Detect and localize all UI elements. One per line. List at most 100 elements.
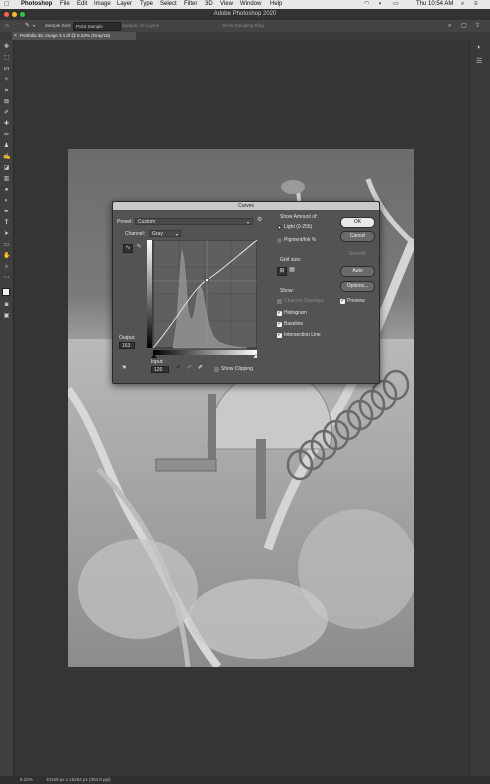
pigment-radio[interactable] [277, 238, 282, 243]
sample-size-select[interactable]: Point Sample [73, 22, 121, 31]
blur-tool-icon[interactable]: ● [3, 187, 10, 194]
menu-help[interactable]: Help [270, 0, 282, 9]
marquee-tool-icon[interactable]: ⬚ [3, 55, 10, 62]
options-button[interactable]: Options... [340, 281, 375, 292]
channel-overlays-checkbox[interactable] [277, 299, 282, 304]
baseline-checkbox[interactable]: ✓ [277, 322, 282, 327]
close-window-button[interactable] [4, 12, 9, 17]
libraries-panel-icon[interactable]: ☰ [476, 57, 482, 65]
preview-checkbox[interactable]: ✓ [340, 299, 345, 304]
volume-icon[interactable]: ◖ [378, 0, 382, 9]
menu-app-name[interactable]: Photoshop [21, 0, 52, 9]
menu-view[interactable]: View [220, 0, 233, 9]
apple-icon[interactable]:  [4, 0, 9, 9]
close-tab-icon[interactable]: × [14, 32, 17, 40]
menu-filter[interactable]: Filter [184, 0, 197, 9]
menu-select[interactable]: Select [160, 0, 177, 9]
sample-scope-select[interactable]: Sample: All Layers [122, 20, 159, 32]
menu-layer[interactable]: Layer [117, 0, 132, 9]
grid-simple-icon[interactable]: ⊞ [277, 267, 287, 276]
menu-3d[interactable]: 3D [205, 0, 213, 9]
pencil-draw-icon[interactable]: ✎ [135, 244, 143, 251]
menu-image[interactable]: Image [94, 0, 111, 9]
clone-stamp-tool-icon[interactable]: ♟ [3, 143, 10, 150]
preset-select[interactable]: Custom ▾ [135, 218, 253, 225]
grid-detailed-icon[interactable]: ▦ [288, 267, 296, 274]
type-tool-icon[interactable]: T [3, 220, 10, 227]
path-selection-tool-icon[interactable]: ➤ [3, 231, 10, 238]
black-eyedropper-icon[interactable]: ✐ [176, 365, 181, 372]
show-clipping-checkbox[interactable] [214, 367, 219, 372]
curves-graph[interactable] [147, 240, 257, 358]
rectangle-tool-icon[interactable]: ▭ [3, 242, 10, 249]
zoom-window-button[interactable] [20, 12, 25, 17]
more-tools-icon[interactable]: ⋯ [3, 275, 10, 282]
ok-button[interactable]: OK [340, 217, 375, 228]
histogram-checkbox[interactable]: ✓ [277, 311, 282, 316]
window-title: Adobe Photoshop 2020 [213, 11, 277, 17]
show-label: Show: [280, 288, 294, 294]
curve-point-tool-icon[interactable]: ∿ [123, 244, 133, 253]
eyedropper-icon[interactable]: ✐ [3, 110, 10, 117]
white-eyedropper-icon[interactable]: ✐ [198, 365, 203, 372]
brush-tool-icon[interactable]: ✏ [3, 132, 10, 139]
home-icon[interactable]: ⌂ [5, 20, 9, 32]
menu-clock[interactable]: Thu 10:54 AM [416, 0, 453, 9]
share-icon[interactable]: ⇪ [475, 20, 480, 32]
menu-edit[interactable]: Edit [77, 0, 87, 9]
adjustments-panel-icon[interactable]: ◑ [476, 44, 480, 51]
workspace-icon[interactable]: ▢ [461, 20, 467, 32]
input-gradient-bar [153, 350, 257, 355]
search-icon[interactable]: ⌕ [448, 20, 451, 32]
menu-type[interactable]: Type [140, 0, 153, 9]
intersection-line-label: Intersection Line [284, 332, 321, 338]
histogram-label: Histogram [284, 310, 307, 316]
pen-tool-icon[interactable]: ✒ [3, 209, 10, 216]
menu-bar:  Photoshop File Edit Image Layer Type S… [0, 0, 490, 9]
zoom-level[interactable]: 8.33% [20, 776, 33, 784]
menu-window[interactable]: Window [240, 0, 261, 9]
quick-selection-tool-icon[interactable]: ✧ [3, 77, 10, 84]
spotlight-icon[interactable]: ⌕ [461, 0, 464, 9]
quick-mask-icon[interactable]: ◙ [3, 302, 10, 309]
chevron-down-icon: ▾ [246, 220, 249, 225]
menu-file[interactable]: File [60, 0, 70, 9]
document-info[interactable]: 10169 px x 15254 px (304.8 ppi) [46, 776, 111, 784]
output-field[interactable]: 163 [119, 342, 135, 349]
lasso-tool-icon[interactable]: ᔕ [3, 66, 10, 73]
document-tab[interactable]: × Portfolio 36, Image 3.1.tif @ 8.33% (G… [12, 32, 136, 40]
tools-panel: ✥ ⬚ ᔕ ✧ ⌗ ⊠ ✐ ✚ ✏ ♟ ✍ ◪ ▥ ● ◐ ✒ T ➤ ▭ ✋ … [0, 40, 14, 780]
light-radio[interactable] [277, 225, 282, 230]
crop-tool-icon[interactable]: ⌗ [3, 88, 10, 95]
grid-size-label: Grid size: [280, 257, 302, 263]
move-tool-icon[interactable]: ✥ [3, 44, 10, 51]
foreground-color-swatch[interactable] [2, 288, 10, 296]
input-field[interactable]: 126 [151, 366, 169, 373]
show-sampling-ring-checkbox[interactable]: Show Sampling Ring [222, 20, 264, 32]
wifi-icon[interactable]: ◠ [364, 0, 369, 9]
channel-select[interactable]: Gray ▾ [149, 230, 181, 237]
dodge-tool-icon[interactable]: ◐ [3, 198, 10, 205]
intersection-line-checkbox[interactable]: ✓ [277, 333, 282, 338]
target-adjustment-icon[interactable]: ☚ [121, 365, 126, 372]
status-bar: 8.33% 10169 px x 15254 px (304.8 ppi) [0, 776, 490, 784]
control-center-icon[interactable]: ≡ [474, 0, 478, 9]
smooth-button[interactable]: Smooth [340, 249, 375, 260]
hand-tool-icon[interactable]: ✋ [3, 253, 10, 260]
auto-button[interactable]: Auto [340, 266, 375, 277]
gradient-tool-icon[interactable]: ▥ [3, 176, 10, 183]
frame-tool-icon[interactable]: ⊠ [3, 99, 10, 106]
baseline-label: Baseline [284, 321, 304, 327]
minimize-window-button[interactable] [12, 12, 17, 17]
gray-eyedropper-icon[interactable]: ✐ [187, 365, 192, 372]
history-brush-tool-icon[interactable]: ✍ [3, 154, 10, 161]
eraser-tool-icon[interactable]: ◪ [3, 165, 10, 172]
cancel-button[interactable]: Cancel [340, 231, 375, 242]
battery-icon[interactable]: ▭ [393, 0, 399, 9]
eyedropper-tool-icon[interactable]: ✎ [25, 20, 30, 32]
healing-brush-tool-icon[interactable]: ✚ [3, 121, 10, 128]
tool-preset-chevron-icon[interactable]: ▾ [33, 20, 35, 32]
zoom-tool-icon[interactable]: ⌕ [3, 264, 10, 271]
gear-icon[interactable]: ⚙ [257, 217, 262, 224]
screen-mode-icon[interactable]: ▣ [3, 313, 10, 320]
